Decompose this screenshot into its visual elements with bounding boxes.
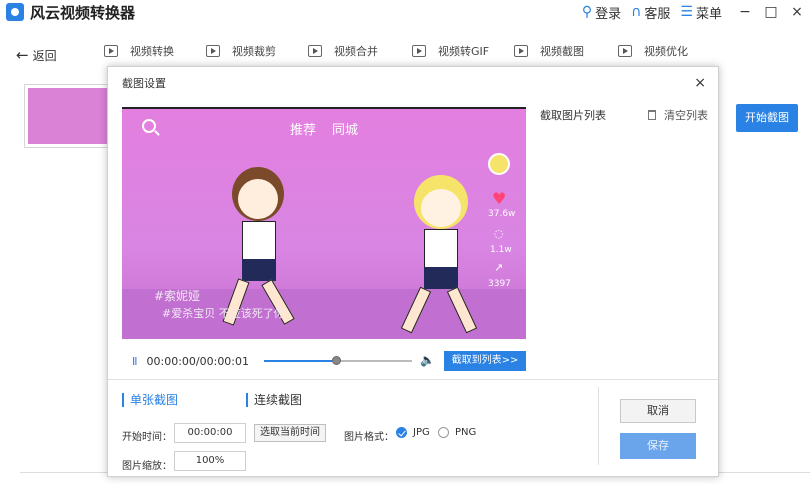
tool-label: 视频截图: [540, 45, 584, 58]
screenshot-settings-dialog: 截图设置 × 推荐 同城 ♥ 37.6w ◌ 1.1w ↗ 3397 #索妮娅 …: [107, 66, 719, 477]
main-toolbar: ← 返回 视频转换 视频裁剪 视频合并 视频转GIF 视频截图 视频优化: [0, 38, 810, 68]
arrow-left-icon: ←: [16, 46, 29, 64]
capture-list-panel: 截取图片列表 清空列表: [526, 101, 716, 377]
play-file-icon: [104, 45, 118, 57]
save-button[interactable]: 保存: [620, 433, 696, 459]
likes-count: 37.6w: [488, 209, 516, 219]
scale-label: 图片缩放：: [122, 461, 172, 472]
seek-progress: [264, 360, 336, 362]
tab-indicator: [246, 392, 248, 407]
tool-video-optimize[interactable]: 视频优化: [618, 43, 688, 59]
tool-video-screenshot[interactable]: 视频截图: [514, 43, 584, 59]
pick-current-time-button[interactable]: 选取当前时间: [254, 424, 326, 442]
video-tab-city: 同城: [332, 123, 359, 138]
capture-options: 单张截图 连续截图 开始时间： 00:00:00 选取当前时间 图片格式： JP…: [108, 379, 598, 477]
clear-list-label: 清空列表: [664, 109, 708, 122]
gif-icon: [412, 45, 426, 57]
format-label: 图片格式：: [344, 432, 394, 443]
trash-icon: [648, 110, 656, 120]
vertical-divider: [598, 387, 599, 465]
title-bar-actions: ⚲ 登录 ∩ 客服 ☰ 菜单 − □ ×: [582, 0, 810, 24]
maximize-button[interactable]: □: [758, 4, 784, 20]
app-logo-icon: [6, 3, 24, 21]
radio-unchecked-icon: [438, 427, 449, 438]
volume-icon[interactable]: 🔈: [420, 353, 435, 367]
tab-indicator: [122, 392, 124, 407]
tool-label: 视频合并: [334, 45, 378, 58]
share-icon: ↗: [494, 261, 504, 274]
sliders-icon: [618, 45, 632, 57]
close-window-button[interactable]: ×: [784, 4, 810, 20]
tab-label: 单张截图: [130, 393, 179, 407]
seek-slider[interactable]: [264, 356, 412, 365]
user-icon: ⚲: [581, 4, 593, 20]
capture-list-header: 截取图片列表: [540, 109, 606, 122]
shares-count: 3397: [488, 279, 511, 289]
tool-label: 视频优化: [644, 45, 688, 58]
back-label: 返回: [32, 48, 57, 63]
radio-checked-icon: [396, 427, 407, 438]
radio-label: PNG: [455, 427, 477, 438]
start-capture-button[interactable]: 开始截图: [736, 104, 798, 132]
back-button[interactable]: ← 返回: [16, 46, 57, 64]
heart-icon: ♥: [492, 189, 507, 208]
video-preview[interactable]: 推荐 同城 ♥ 37.6w ◌ 1.1w ↗ 3397 #索妮娅 #爱杀宝贝 不…: [122, 107, 526, 339]
tool-label: 视频转GIF: [438, 45, 490, 58]
cancel-button[interactable]: 取消: [620, 399, 696, 423]
avatar: [488, 153, 510, 175]
tool-video-gif[interactable]: 视频转GIF: [412, 43, 489, 59]
cartoon-character-right: [384, 175, 504, 339]
app-title: 风云视频转换器: [30, 4, 136, 22]
crop-file-icon: [206, 45, 220, 57]
tool-video-crop[interactable]: 视频裁剪: [206, 43, 276, 59]
login-label: 登录: [595, 6, 622, 22]
minimize-button[interactable]: −: [732, 4, 758, 20]
tab-label: 连续截图: [254, 393, 303, 407]
tab-single-capture[interactable]: 单张截图: [122, 391, 178, 408]
comment-icon: ◌: [494, 227, 504, 240]
pause-icon[interactable]: II: [132, 355, 137, 368]
screenshot-icon: [514, 45, 528, 57]
seek-handle[interactable]: [332, 356, 341, 365]
menu-icon: ☰: [680, 4, 693, 20]
comments-count: 1.1w: [490, 245, 512, 255]
title-bar: 风云视频转换器 ⚲ 登录 ∩ 客服 ☰ 菜单 − □ ×: [0, 0, 810, 30]
scale-input[interactable]: 100%: [174, 451, 246, 471]
tool-video-convert[interactable]: 视频转换: [104, 43, 174, 59]
dialog-title: 截图设置: [122, 77, 166, 90]
dialog-close-icon[interactable]: ×: [694, 75, 706, 91]
login-button[interactable]: ⚲ 登录: [582, 3, 621, 22]
video-caption-line1: #索妮娅: [154, 289, 201, 303]
video-caption-line2: #爱杀宝贝 不应该死了你: [162, 307, 285, 320]
menu-label: 菜单: [695, 6, 722, 22]
format-jpg-radio[interactable]: JPG: [396, 427, 430, 438]
service-label: 客服: [644, 6, 671, 22]
time-display: 00:00:00/00:00:01: [146, 354, 250, 368]
video-tab-recommend: 推荐: [290, 123, 317, 138]
radio-label: JPG: [413, 427, 430, 438]
player-controls: II 00:00:00/00:00:01 🔈 截取到列表>>: [122, 349, 526, 373]
tool-label: 视频转换: [130, 45, 174, 58]
tool-label: 视频裁剪: [232, 45, 276, 58]
tool-video-merge[interactable]: 视频合并: [308, 43, 378, 59]
menu-button[interactable]: ☰ 菜单: [680, 3, 722, 22]
headset-icon: ∩: [631, 4, 642, 20]
tab-continuous-capture[interactable]: 连续截图: [246, 391, 302, 408]
clear-list-button[interactable]: 清空列表: [648, 107, 708, 123]
service-button[interactable]: ∩ 客服: [631, 3, 670, 22]
start-time-label: 开始时间：: [122, 432, 172, 443]
merge-file-icon: [308, 45, 322, 57]
start-time-input[interactable]: 00:00:00: [174, 423, 246, 443]
format-png-radio[interactable]: PNG: [438, 427, 476, 438]
search-icon: [142, 119, 156, 133]
capture-to-list-button[interactable]: 截取到列表>>: [444, 351, 526, 371]
